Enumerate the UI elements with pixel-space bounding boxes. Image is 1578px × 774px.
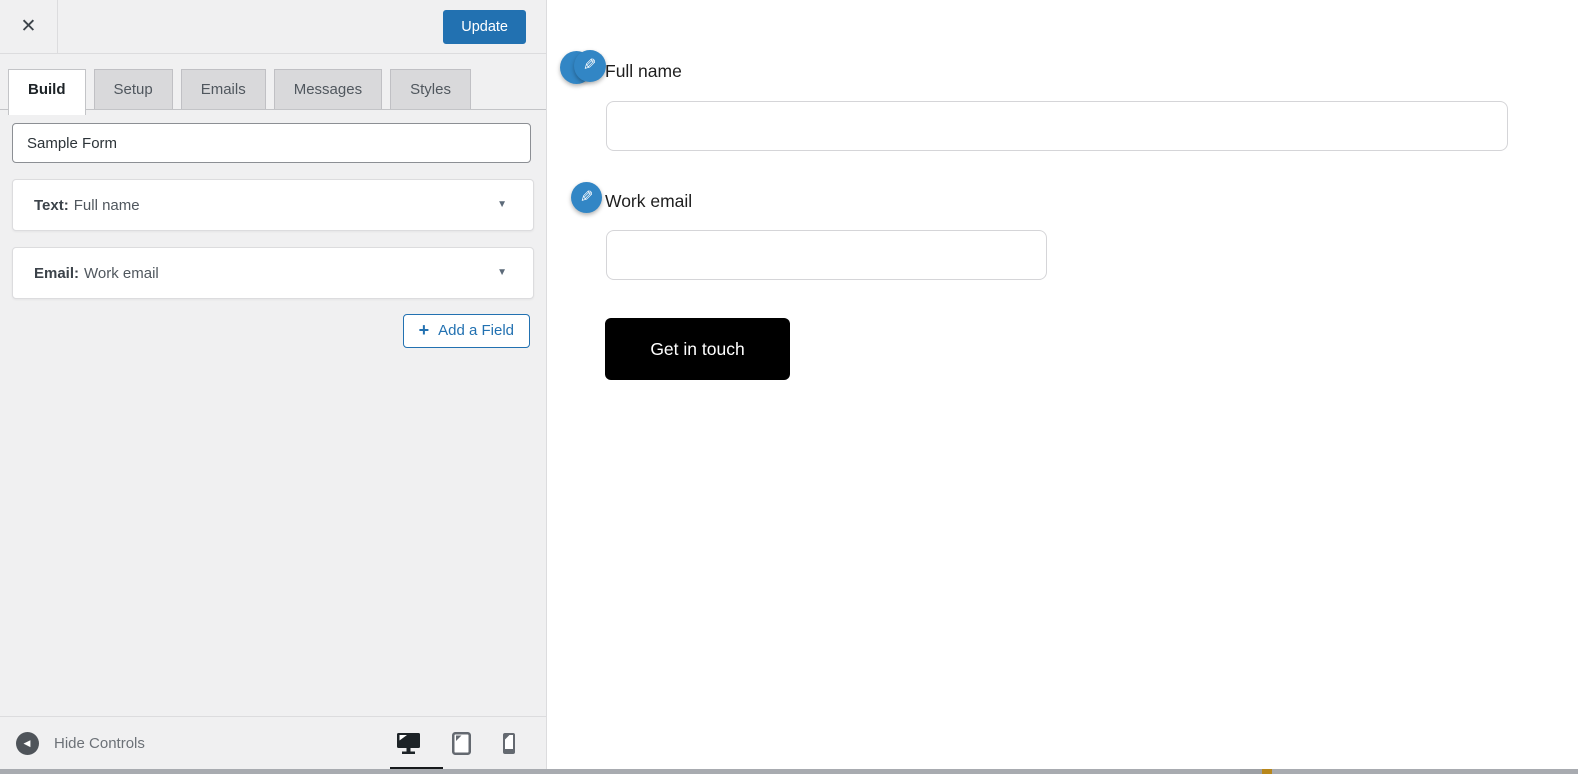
desktop-preview-button[interactable]: [396, 732, 421, 755]
editor-header: ✕ Update: [0, 0, 546, 54]
form-builder-app: ✕ Update Build Setup Emails Messages Sty…: [0, 0, 1578, 774]
form-title-input[interactable]: [12, 123, 531, 163]
field-row-work-email[interactable]: Email: Work email ▼: [12, 247, 534, 299]
horizontal-scrollbar[interactable]: [0, 769, 1578, 774]
add-field-row: + Add a Field: [0, 314, 530, 348]
edit-work-email-label-button[interactable]: ✎: [571, 182, 602, 213]
editor-footer: ◀ Hide Controls: [0, 716, 546, 774]
tablet-preview-button[interactable]: [452, 731, 471, 755]
tab-setup[interactable]: Setup: [93, 69, 173, 109]
hide-controls-button[interactable]: ◀: [16, 731, 39, 755]
add-a-field-button[interactable]: + Add a Field: [402, 314, 530, 348]
field-row-full-name[interactable]: Text: Full name ▼: [12, 179, 534, 231]
desktop-icon: [397, 732, 420, 754]
device-preview-switcher: [396, 731, 530, 755]
form-preview: ✎ Full name ✎ Work email Get in touch: [548, 0, 1578, 769]
close-icon: ✕: [20, 16, 37, 37]
editor-panel: ✕ Update Build Setup Emails Messages Sty…: [0, 0, 547, 774]
get-in-touch-button[interactable]: Get in touch: [605, 318, 790, 380]
chevron-down-icon[interactable]: ▼: [497, 200, 507, 210]
full-name-input[interactable]: [606, 101, 1508, 151]
editor-tabs: Build Setup Emails Messages Styles: [0, 54, 546, 115]
close-editor-button[interactable]: ✕: [0, 0, 58, 53]
chevron-down-icon[interactable]: ▼: [497, 268, 507, 278]
full-name-label[interactable]: Full name: [605, 61, 682, 82]
tab-messages[interactable]: Messages: [273, 69, 383, 109]
work-email-input[interactable]: [606, 230, 1047, 280]
tablet-icon: [452, 731, 471, 755]
tab-build[interactable]: Build: [8, 69, 86, 115]
hide-controls-label[interactable]: Hide Controls: [54, 735, 145, 752]
work-email-label[interactable]: Work email: [605, 191, 692, 212]
field-name-label: Full name: [73, 196, 140, 214]
mobile-preview-button[interactable]: [502, 732, 516, 755]
edit-full-name-label-button[interactable]: ✎: [574, 50, 606, 82]
pencil-icon: ✎: [579, 188, 594, 206]
tab-styles[interactable]: Styles: [390, 69, 471, 109]
pencil-icon: ✎: [583, 57, 597, 74]
mobile-icon: [503, 732, 515, 754]
plus-icon: +: [418, 320, 430, 340]
scrollbar-segment: [1240, 769, 1262, 774]
update-button[interactable]: Update: [443, 9, 526, 44]
field-name-label: Work email: [84, 264, 159, 282]
field-type-label: Text:: [34, 196, 69, 214]
field-type-label: Email:: [34, 264, 80, 282]
back-arrow-icon: ◀: [23, 737, 31, 748]
add-field-label: Add a Field: [438, 322, 514, 339]
panel-empty-space: [0, 348, 546, 716]
tab-emails[interactable]: Emails: [180, 69, 266, 109]
scrollbar-marker: [1262, 769, 1272, 774]
